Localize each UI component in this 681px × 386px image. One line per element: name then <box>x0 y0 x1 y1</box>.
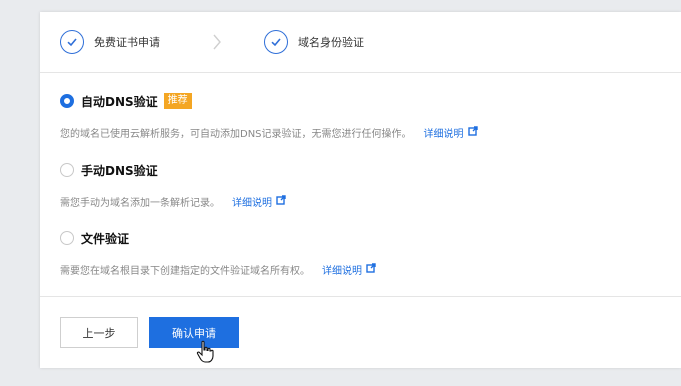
radio-auto-dns[interactable] <box>60 94 74 108</box>
details-link-label: 详细说明 <box>322 266 362 277</box>
option-file-description: 需要您在域名根目录下创建指定的文件验证域名所有权。 详细说明 <box>60 262 376 277</box>
option-title: 文件验证 <box>81 231 130 246</box>
description-text: 需您手动为域名添加一条解析记录。 <box>60 198 220 209</box>
details-link[interactable]: 详细说明 <box>424 125 478 140</box>
step-1-label: 免费证书申请 <box>94 36 160 49</box>
step-1: 免费证书申请 <box>60 28 160 56</box>
option-manual-dns-description: 需您手动为域名添加一条解析记录。 详细说明 <box>60 194 286 209</box>
description-text: 需要您在域名根目录下创建指定的文件验证域名所有权。 <box>60 266 310 277</box>
verification-card: 免费证书申请 域名身份验证 自动DNS验证 推荐 您的域名已使用云解析服务，可自… <box>40 12 681 368</box>
details-link[interactable]: 详细说明 <box>232 194 286 209</box>
recommend-badge: 推荐 <box>163 93 192 109</box>
step-2: 域名身份验证 <box>264 28 364 56</box>
description-text: 您的域名已使用云解析服务，可自动添加DNS记录验证，无需您进行任何操作。 <box>60 129 412 140</box>
check-circle-icon <box>60 30 84 54</box>
option-auto-dns-description: 您的域名已使用云解析服务，可自动添加DNS记录验证，无需您进行任何操作。 详细说… <box>60 125 478 140</box>
external-link-icon <box>276 195 286 208</box>
chevron-right-icon <box>212 34 222 54</box>
option-title: 手动DNS验证 <box>81 163 158 178</box>
divider <box>40 296 681 297</box>
check-circle-icon <box>264 30 288 54</box>
confirm-apply-button[interactable]: 确认申请 <box>149 317 239 348</box>
details-link-label: 详细说明 <box>423 129 464 140</box>
details-link-label: 详细说明 <box>232 198 272 209</box>
step-2-label: 域名身份验证 <box>298 36 364 49</box>
details-link[interactable]: 详细说明 <box>322 262 376 277</box>
radio-file[interactable] <box>60 231 74 245</box>
previous-step-button[interactable]: 上一步 <box>60 317 138 348</box>
hand-pointer-icon <box>196 340 214 368</box>
external-link-icon <box>366 263 376 276</box>
option-manual-dns[interactable]: 手动DNS验证 <box>60 161 158 179</box>
step-indicator: 免费证书申请 域名身份验证 <box>40 12 681 73</box>
external-link-icon <box>467 126 478 139</box>
option-title: 自动DNS验证 <box>81 94 158 109</box>
option-file[interactable]: 文件验证 <box>60 229 129 247</box>
radio-manual-dns[interactable] <box>60 163 74 177</box>
option-auto-dns[interactable]: 自动DNS验证 推荐 <box>60 92 192 110</box>
